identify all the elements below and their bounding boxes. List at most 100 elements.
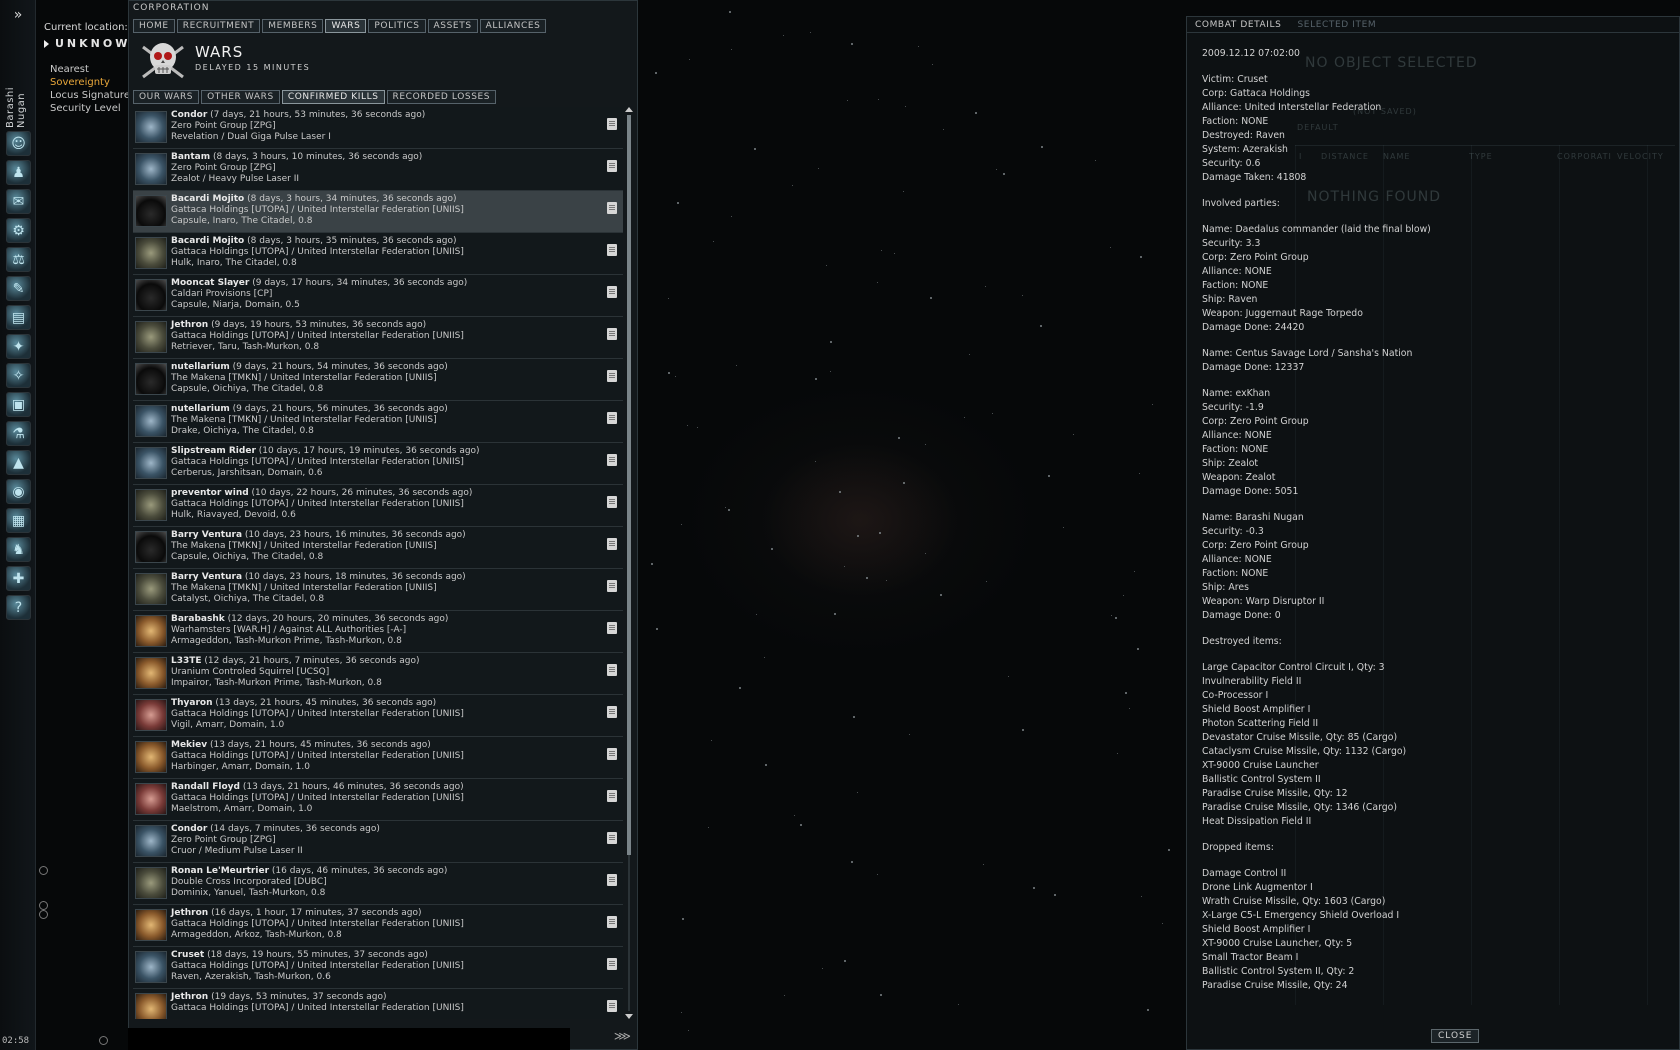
victim-name[interactable]: preventor wind <box>171 488 249 498</box>
killmail-icon[interactable] <box>607 580 617 592</box>
killmail-icon[interactable] <box>607 496 617 508</box>
killmail-icon[interactable] <box>607 916 617 928</box>
kill-row[interactable]: Bantam (8 days, 3 hours, 10 minutes, 36 … <box>133 149 623 191</box>
kill-row[interactable]: Condor (14 days, 7 minutes, 36 seconds a… <box>133 821 623 863</box>
ship-thumbnail[interactable] <box>135 909 167 941</box>
science-icon[interactable]: ⚗ <box>6 421 31 446</box>
tab-other-wars[interactable]: OTHER WARS <box>201 90 280 104</box>
victim-name[interactable]: Bacardi Mojito <box>171 236 244 246</box>
victim-name[interactable]: Bacardi Mojito <box>171 194 244 204</box>
victim-name[interactable]: L33TE <box>171 656 202 666</box>
kill-list-scrollbar[interactable] <box>625 107 633 1019</box>
tab-assets[interactable]: ASSETS <box>427 19 478 33</box>
killmail-icon[interactable] <box>607 1000 617 1012</box>
tab-selected-item[interactable]: SELECTED ITEM <box>1289 17 1384 32</box>
kill-row[interactable]: Bacardi Mojito (8 days, 3 hours, 34 minu… <box>133 191 623 233</box>
kill-row[interactable]: Randall Floyd (13 days, 21 hours, 46 min… <box>133 779 623 821</box>
circle-icon[interactable] <box>39 910 48 919</box>
killmail-icon[interactable] <box>607 202 617 214</box>
starmap-icon[interactable]: ✧ <box>6 363 31 388</box>
killmail-icon[interactable] <box>607 160 617 172</box>
tab-recruitment[interactable]: RECRUITMENT <box>176 19 261 33</box>
ship-thumbnail[interactable] <box>135 279 167 311</box>
killmail-icon[interactable] <box>607 412 617 424</box>
circle-icon[interactable] <box>39 866 48 875</box>
market-icon[interactable]: ⚖ <box>6 247 31 272</box>
victim-name[interactable]: Jethron <box>171 908 208 918</box>
tab-our-wars[interactable]: OUR WARS <box>133 90 200 104</box>
killmail-icon[interactable] <box>607 790 617 802</box>
ship-thumbnail[interactable] <box>135 867 167 899</box>
scroll-thumb[interactable] <box>627 115 631 855</box>
help-icon[interactable]: ? <box>6 595 31 620</box>
kill-row[interactable]: nutellarium (9 days, 21 hours, 56 minute… <box>133 401 623 443</box>
ship-thumbnail[interactable] <box>135 741 167 773</box>
victim-name[interactable]: Randall Floyd <box>171 782 240 792</box>
killmail-icon[interactable] <box>607 874 617 886</box>
kill-row[interactable]: Mekiev (13 days, 21 hours, 45 minutes, 3… <box>133 737 623 779</box>
ship-thumbnail[interactable] <box>135 153 167 185</box>
ship-thumbnail[interactable] <box>135 531 167 563</box>
victim-name[interactable]: Bantam <box>171 152 210 162</box>
ship-thumbnail[interactable] <box>135 489 167 521</box>
character-portrait-icon[interactable]: ☺ <box>6 131 31 156</box>
victim-name[interactable]: Condor <box>171 824 207 834</box>
ship-thumbnail[interactable] <box>135 657 167 689</box>
killmail-icon[interactable] <box>607 538 617 550</box>
kill-row[interactable]: Jethron (16 days, 1 hour, 17 minutes, 37… <box>133 905 623 947</box>
killmail-icon[interactable] <box>607 454 617 466</box>
victim-name[interactable]: nutellarium <box>171 404 230 414</box>
assets-icon[interactable]: ▣ <box>6 392 31 417</box>
victim-name[interactable]: Jethron <box>171 992 208 1002</box>
character-name[interactable]: Barashi Nugan <box>5 58 27 128</box>
victim-name[interactable]: Slipstream Rider <box>171 446 256 456</box>
tab-combat-details[interactable]: COMBAT DETAILS <box>1187 17 1289 32</box>
kill-row[interactable]: Bacardi Mojito (8 days, 3 hours, 35 minu… <box>133 233 623 275</box>
killmail-icon[interactable] <box>607 622 617 634</box>
scroll-up-icon[interactable] <box>625 107 633 112</box>
victim-name[interactable]: Barry Ventura <box>171 530 242 540</box>
victim-name[interactable]: Thyaron <box>171 698 213 708</box>
ship-thumbnail[interactable] <box>135 825 167 857</box>
tab-alliances[interactable]: ALLIANCES <box>479 19 547 33</box>
killmail-icon[interactable] <box>607 286 617 298</box>
scroll-down-icon[interactable] <box>625 1014 633 1019</box>
wallet-icon[interactable]: ▦ <box>6 508 31 533</box>
kill-row[interactable]: L33TE (12 days, 21 hours, 7 minutes, 36 … <box>133 653 623 695</box>
kill-row[interactable]: preventor wind (10 days, 22 hours, 26 mi… <box>133 485 623 527</box>
killmail-icon[interactable] <box>607 958 617 970</box>
victim-name[interactable]: Jethron <box>171 320 208 330</box>
kill-row[interactable]: Condor (7 days, 21 hours, 53 minutes, 36… <box>133 107 623 149</box>
victim-name[interactable]: Barry Ventura <box>171 572 242 582</box>
kill-row[interactable]: nutellarium (9 days, 21 hours, 54 minute… <box>133 359 623 401</box>
ship-thumbnail[interactable] <box>135 321 167 353</box>
ship-thumbnail[interactable] <box>135 195 167 227</box>
ship-thumbnail[interactable] <box>135 783 167 815</box>
kill-row[interactable]: Slipstream Rider (10 days, 17 hours, 19 … <box>133 443 623 485</box>
link-sovereignty[interactable]: Sovereignty <box>50 76 130 89</box>
ship-thumbnail[interactable] <box>135 951 167 983</box>
killmail-icon[interactable] <box>607 832 617 844</box>
fitting-icon[interactable]: ⚙ <box>6 218 31 243</box>
calculator-icon[interactable]: ✚ <box>6 566 31 591</box>
tab-wars[interactable]: WARS <box>325 19 367 33</box>
location-system[interactable]: UNKNOW <box>44 37 134 50</box>
kill-row[interactable]: Barry Ventura (10 days, 23 hours, 16 min… <box>133 527 623 569</box>
ship-thumbnail[interactable] <box>135 699 167 731</box>
kill-row[interactable]: Thyaron (13 days, 21 hours, 45 minutes, … <box>133 695 623 737</box>
circle-icon[interactable] <box>99 1036 108 1045</box>
tab-recorded-losses[interactable]: RECORDED LOSSES <box>386 90 497 104</box>
killmail-icon[interactable] <box>607 118 617 130</box>
kill-row[interactable]: Cruset (18 days, 19 hours, 55 minutes, 3… <box>133 947 623 989</box>
killmail-icon[interactable] <box>607 244 617 256</box>
kill-row[interactable]: Barabashk (12 days, 20 hours, 20 minutes… <box>133 611 623 653</box>
tab-politics[interactable]: POLITICS <box>368 19 426 33</box>
ship-thumbnail[interactable] <box>135 993 167 1019</box>
circle-icon[interactable] <box>39 901 48 910</box>
people-icon[interactable]: ♟ <box>6 160 31 185</box>
victim-name[interactable]: Barabashk <box>171 614 225 624</box>
tab-confirmed-kills[interactable]: CONFIRMED KILLS <box>281 90 385 104</box>
killmail-icon[interactable] <box>607 370 617 382</box>
kill-row[interactable]: Ronan Le'Meurtrier (16 days, 46 minutes,… <box>133 863 623 905</box>
victim-name[interactable]: Mekiev <box>171 740 207 750</box>
